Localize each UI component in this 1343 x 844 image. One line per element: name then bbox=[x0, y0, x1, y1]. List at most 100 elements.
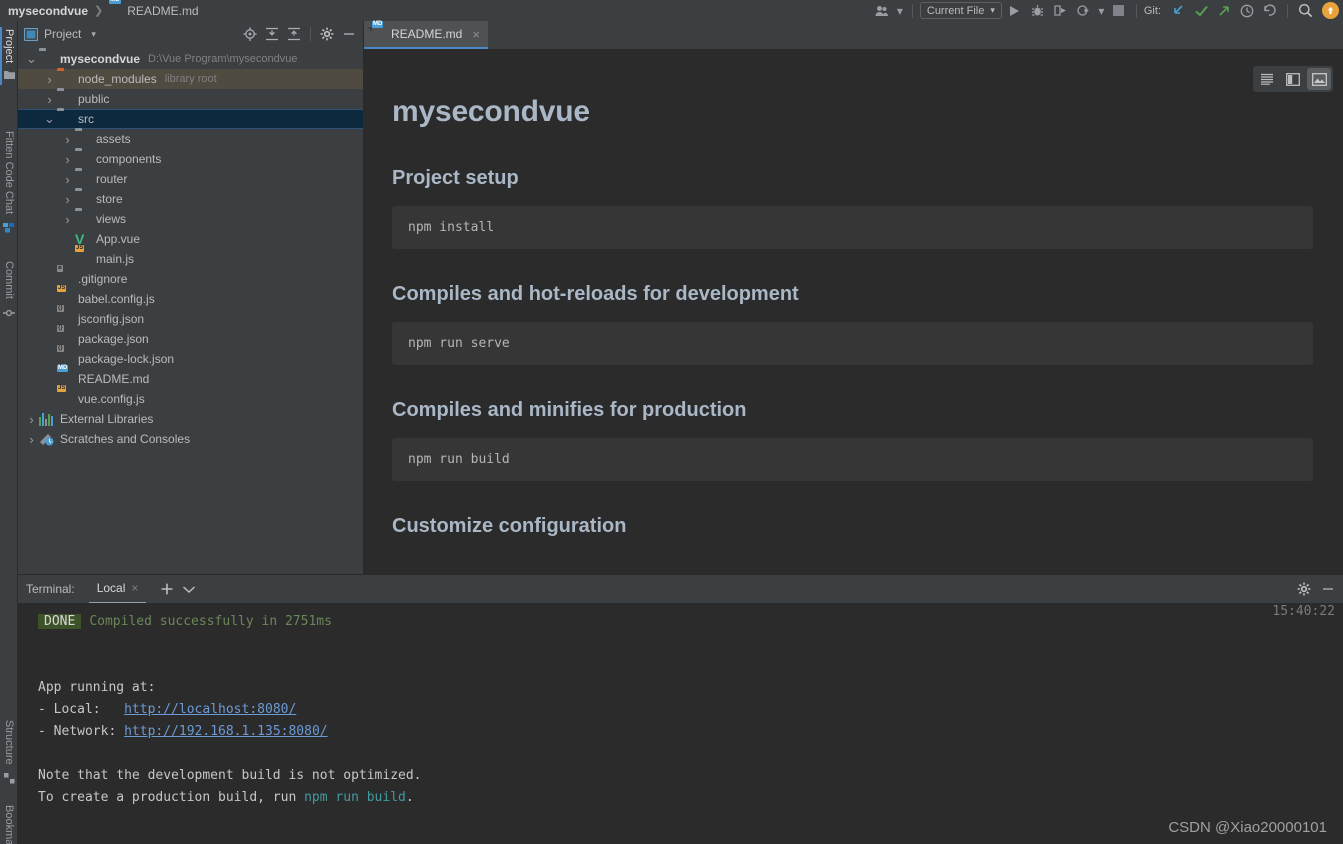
preview-view-mode-toggle bbox=[1253, 66, 1333, 92]
tree-row-app-vue[interactable]: V App.vue bbox=[18, 229, 363, 249]
commit-checkmark-icon[interactable] bbox=[1191, 1, 1211, 20]
markdown-h2: Compiles and minifies for production bbox=[392, 399, 747, 421]
settings-gear-icon[interactable] bbox=[317, 24, 337, 44]
terminal-network-url[interactable]: http://192.168.1.135:8080/ bbox=[124, 724, 328, 739]
hide-panel-icon[interactable] bbox=[339, 24, 359, 44]
project-panel-chevron-icon[interactable]: ▾ bbox=[91, 29, 96, 40]
tree-row-vue-config-js[interactable]: JS vue.config.js bbox=[18, 385, 363, 409]
tree-row-note: D:\Vue Program\mysecondvue bbox=[148, 53, 298, 65]
sidebar-item-fitten-code-chat[interactable]: Fitten Code Chat bbox=[0, 131, 18, 239]
chevron-down-icon[interactable]: ⌄ bbox=[24, 52, 39, 65]
markdown-section: Project setup npm install bbox=[392, 167, 1313, 249]
profiler-chevron-icon[interactable]: ▾ bbox=[1097, 1, 1106, 20]
chevron-right-icon[interactable]: › bbox=[60, 172, 75, 187]
bookmarks-label: Bookmarks bbox=[3, 805, 15, 844]
breadcrumb-file[interactable]: README.md bbox=[127, 4, 198, 18]
tree-row-babel-config-js[interactable]: JS babel.config.js bbox=[18, 285, 363, 309]
structure-label: Structure bbox=[3, 720, 15, 765]
tree-row-package-lock-json[interactable]: {} package-lock.json bbox=[18, 345, 363, 369]
chevron-right-icon[interactable]: › bbox=[42, 72, 57, 87]
fitten-code-chat-label: Fitten Code Chat bbox=[3, 131, 15, 215]
terminal-note-line-2-post: . bbox=[405, 790, 414, 805]
tree-row-components[interactable]: › components bbox=[18, 149, 363, 169]
tree-row-main-js[interactable]: JS main.js bbox=[18, 245, 363, 269]
watermark: CSDN @Xiao20000101 bbox=[1168, 819, 1327, 836]
tree-row-mysecondvue[interactable]: ⌄ mysecondvue D:\Vue Program\mysecondvue bbox=[18, 49, 363, 69]
tree-row-public[interactable]: › public bbox=[18, 89, 363, 109]
run-configuration-selector[interactable]: Current File ▾ bbox=[919, 2, 1002, 19]
sidebar-item-structure[interactable]: Structure bbox=[0, 720, 18, 798]
tree-row-store[interactable]: › store bbox=[18, 189, 363, 209]
tree-row-label: src bbox=[78, 112, 94, 126]
tree-row-package-json[interactable]: {} package.json bbox=[18, 325, 363, 349]
tree-row-router[interactable]: › router bbox=[18, 169, 363, 189]
chevron-right-icon[interactable]: › bbox=[42, 92, 57, 107]
run-with-coverage-icon[interactable] bbox=[1051, 1, 1071, 20]
markdown-h1: mysecondvue bbox=[392, 95, 590, 128]
folder-icon bbox=[75, 171, 91, 187]
sidebar-item-commit[interactable]: Commit bbox=[0, 261, 18, 329]
markdown-h2: Project setup bbox=[392, 167, 519, 189]
push-icon[interactable] bbox=[1214, 1, 1234, 20]
tree-row-node-modules[interactable]: › node_modules library root bbox=[18, 69, 363, 89]
tree-row-assets[interactable]: › assets bbox=[18, 129, 363, 149]
locate-file-icon[interactable] bbox=[240, 24, 260, 44]
run-icon[interactable] bbox=[1005, 1, 1025, 20]
chevron-right-icon[interactable]: › bbox=[60, 212, 75, 227]
tree-row-label: components bbox=[96, 152, 162, 166]
tree-row-external-libraries[interactable]: › External Libraries bbox=[18, 409, 363, 429]
breadcrumb-project[interactable]: mysecondvue bbox=[8, 4, 88, 18]
sidebar-item-project[interactable]: Project bbox=[0, 29, 18, 99]
tree-row-gitignore[interactable]: ⌀ .gitignore bbox=[18, 265, 363, 289]
ide-window: mysecondvue ❯ MD README.md ▾ Current Fil… bbox=[0, 0, 1343, 844]
project-file-tree[interactable]: ⌄ mysecondvue D:\Vue Program\mysecondvue › n… bbox=[18, 47, 363, 574]
search-icon[interactable] bbox=[1295, 1, 1315, 20]
rollback-icon[interactable] bbox=[1260, 1, 1280, 20]
account-icon[interactable] bbox=[1322, 2, 1339, 19]
collapse-all-icon[interactable] bbox=[284, 24, 304, 44]
tree-row-readme-md[interactable]: MD README.md bbox=[18, 365, 363, 389]
tree-row-src[interactable]: ⌄ src bbox=[18, 109, 363, 129]
md-file-icon: MD bbox=[109, 0, 123, 18]
user-group-chevron-icon[interactable]: ▾ bbox=[895, 1, 905, 20]
profiler-icon[interactable] bbox=[1074, 1, 1094, 20]
close-icon[interactable]: × bbox=[472, 27, 480, 42]
tree-row-jsconfig-json[interactable]: {} jsconfig.json bbox=[18, 305, 363, 329]
chevron-right-icon[interactable]: › bbox=[24, 432, 39, 447]
chevron-down-icon[interactable]: ⌄ bbox=[42, 112, 57, 125]
expand-all-icon[interactable] bbox=[262, 24, 282, 44]
terminal-tab-local[interactable]: Local × bbox=[88, 575, 147, 604]
history-icon[interactable] bbox=[1237, 1, 1257, 20]
chevron-right-icon[interactable]: › bbox=[60, 152, 75, 167]
terminal-note-line-1: Note that the development build is not o… bbox=[38, 768, 422, 783]
tree-row-scratches-and-consoles[interactable]: › Scratches and Consoles bbox=[18, 429, 363, 449]
terminal-local-url[interactable]: http://localhost:8080/ bbox=[124, 702, 296, 717]
settings-gear-icon[interactable] bbox=[1293, 578, 1315, 600]
project-panel-actions bbox=[240, 24, 359, 44]
update-project-icon[interactable] bbox=[1168, 1, 1188, 20]
external-libraries-icon bbox=[39, 411, 55, 427]
terminal-output[interactable]: DONE Compiled successfully in 2751ms App … bbox=[18, 603, 1343, 844]
terminal-list-chevron-icon[interactable] bbox=[178, 578, 200, 600]
left-tool-stripe: Project Fitten Code Chat Commit Structur… bbox=[0, 21, 18, 844]
stop-icon[interactable] bbox=[1109, 1, 1129, 20]
tree-row-label: README.md bbox=[78, 372, 150, 386]
chevron-right-icon[interactable]: › bbox=[24, 412, 39, 427]
view-mode-preview-only-button[interactable] bbox=[1307, 68, 1331, 90]
folder-icon bbox=[75, 211, 91, 227]
user-group-icon[interactable] bbox=[872, 1, 892, 20]
chevron-right-icon[interactable]: › bbox=[60, 132, 75, 147]
hide-panel-icon[interactable] bbox=[1317, 578, 1339, 600]
tree-row-views[interactable]: › views bbox=[18, 209, 363, 229]
tab-readme-md[interactable]: MD README.md × bbox=[364, 20, 488, 49]
add-terminal-icon[interactable] bbox=[156, 578, 178, 600]
tab-label: README.md bbox=[391, 27, 463, 41]
view-mode-editor-only-button[interactable] bbox=[1255, 68, 1279, 90]
tree-row-label: package.json bbox=[78, 332, 149, 346]
sidebar-item-bookmarks[interactable]: Bookmarks bbox=[0, 805, 18, 844]
close-icon[interactable]: × bbox=[131, 581, 138, 595]
tree-row-label: node_modules bbox=[78, 72, 157, 86]
chevron-right-icon[interactable]: › bbox=[60, 192, 75, 207]
view-mode-split-button[interactable] bbox=[1281, 68, 1305, 90]
debug-icon[interactable] bbox=[1028, 1, 1048, 20]
